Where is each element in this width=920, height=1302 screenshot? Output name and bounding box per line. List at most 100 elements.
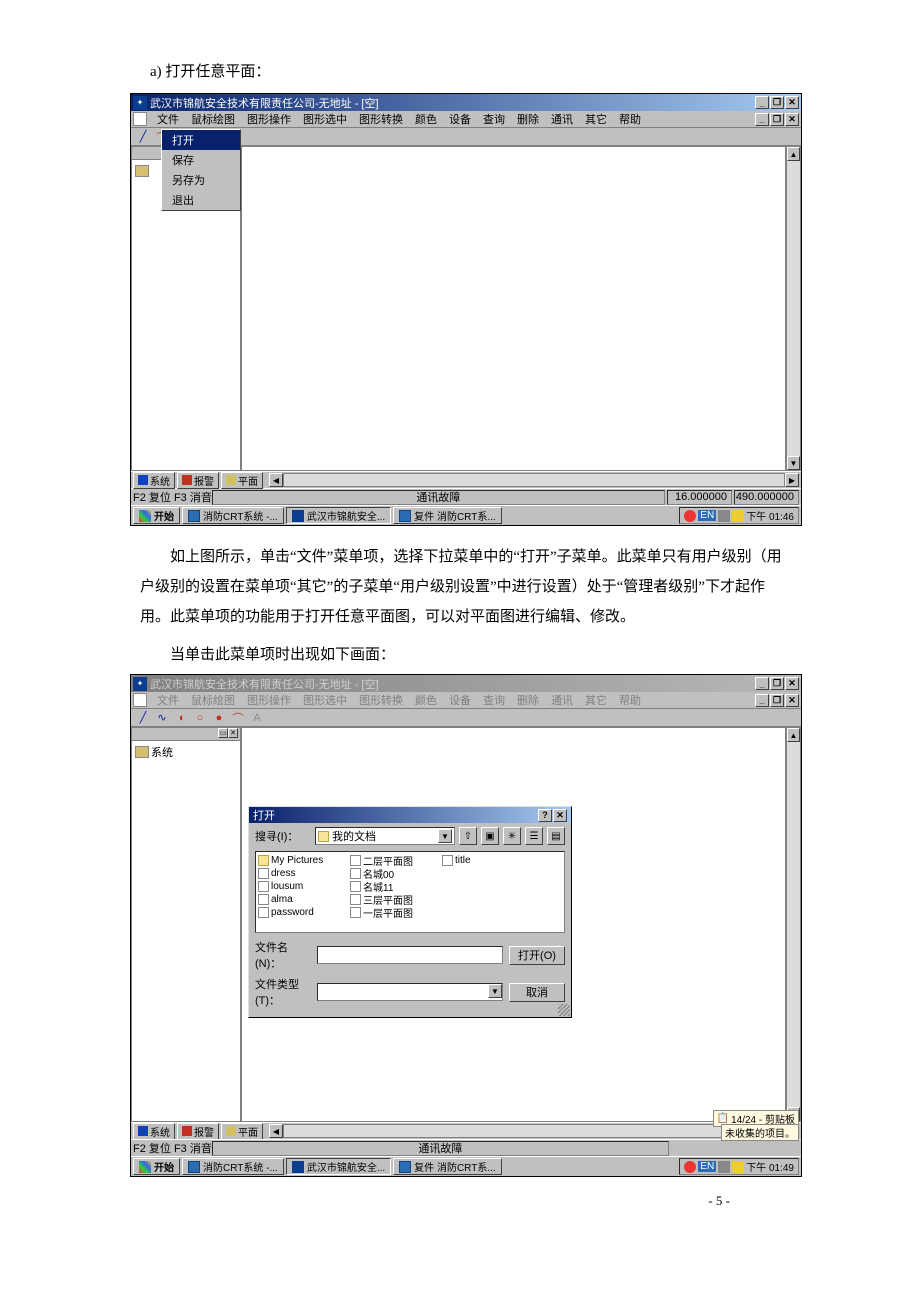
tray-lang[interactable]: EN — [698, 510, 716, 521]
tab-alarm[interactable]: 报警 — [177, 1123, 219, 1140]
tray-icon-2[interactable] — [718, 1161, 730, 1173]
task-button-3[interactable]: 复件 消防CRT系... — [393, 507, 501, 524]
open-button[interactable]: 打开(O) — [509, 946, 565, 965]
mdi-maximize-button[interactable]: ❐ — [770, 113, 784, 126]
menu-delete[interactable]: 删除 — [511, 691, 545, 709]
sidebar-close-icon[interactable]: ✕ — [228, 728, 238, 738]
menu-other[interactable]: 其它 — [579, 691, 613, 709]
task-button-1[interactable]: 消防CRT系统 -... — [182, 507, 284, 524]
menu-other[interactable]: 其它 — [579, 110, 613, 128]
menu-color[interactable]: 颜色 — [409, 110, 443, 128]
horizontal-scrollbar[interactable]: ◀ ▶ — [269, 473, 799, 487]
minimize-button[interactable]: _ — [755, 677, 769, 690]
menu-exit[interactable]: 退出 — [162, 190, 240, 210]
tray-volume-icon[interactable] — [732, 1161, 744, 1173]
start-button[interactable]: 开始 — [133, 507, 180, 524]
fillcircle-tool-icon[interactable]: ◖ — [173, 710, 189, 725]
maximize-button[interactable]: ❐ — [770, 677, 784, 690]
start-button[interactable]: 开始 — [133, 1158, 180, 1175]
menu-device[interactable]: 设备 — [443, 110, 477, 128]
menu-color[interactable]: 颜色 — [409, 691, 443, 709]
menu-shapesel[interactable]: 图形选中 — [297, 691, 353, 709]
close-button[interactable]: ✕ — [785, 96, 799, 109]
menu-file[interactable]: 文件 — [151, 691, 185, 709]
mdi-close-button[interactable]: ✕ — [785, 694, 799, 707]
menu-open[interactable]: 打开 — [162, 130, 240, 150]
file-item[interactable]: alma — [258, 893, 344, 906]
dialog-close-button[interactable]: ✕ — [553, 809, 567, 822]
vertical-scrollbar[interactable]: ▲ ▼ — [786, 727, 801, 1122]
menu-mousedraw[interactable]: 鼠标绘图 — [185, 691, 241, 709]
disc-tool-icon[interactable]: ● — [211, 710, 227, 725]
desktop-button[interactable]: ▣ — [481, 827, 499, 845]
file-item[interactable]: password — [258, 906, 344, 919]
tray-icon-1[interactable] — [684, 510, 696, 522]
filename-input[interactable] — [317, 946, 503, 964]
menu-query[interactable]: 查询 — [477, 110, 511, 128]
vertical-scrollbar[interactable]: ▲ ▼ — [786, 146, 801, 471]
tab-system[interactable]: 系统 — [133, 472, 175, 489]
tab-plane[interactable]: 平面 — [221, 1123, 263, 1140]
up-folder-button[interactable]: ⇧ — [459, 827, 477, 845]
menu-comm[interactable]: 通讯 — [545, 110, 579, 128]
scroll-down-button[interactable]: ▼ — [787, 456, 800, 470]
mdi-maximize-button[interactable]: ❐ — [770, 694, 784, 707]
menu-shapesel[interactable]: 图形选中 — [297, 110, 353, 128]
file-item[interactable]: 一层平面图 — [350, 906, 436, 919]
new-folder-button[interactable]: ✳ — [503, 827, 521, 845]
canvas[interactable] — [241, 146, 786, 471]
tray-icon-2[interactable] — [718, 510, 730, 522]
hscroll-left-button[interactable]: ◀ — [269, 1124, 283, 1138]
polyline-tool-icon[interactable]: ∿ — [154, 710, 170, 725]
menu-delete[interactable]: 删除 — [511, 110, 545, 128]
file-item[interactable]: lousum — [258, 880, 344, 893]
circle-tool-icon[interactable]: ○ — [192, 710, 208, 725]
resize-grip[interactable] — [558, 1004, 570, 1016]
file-item[interactable]: title — [442, 854, 528, 867]
hscroll-left-button[interactable]: ◀ — [269, 473, 283, 487]
scroll-up-button[interactable]: ▲ — [787, 147, 800, 161]
mdi-minimize-button[interactable]: _ — [755, 694, 769, 707]
minimize-button[interactable]: _ — [755, 96, 769, 109]
scroll-up-button[interactable]: ▲ — [787, 728, 800, 742]
hscroll-right-button[interactable]: ▶ — [785, 473, 799, 487]
menu-query[interactable]: 查询 — [477, 691, 511, 709]
details-view-button[interactable]: ▤ — [547, 827, 565, 845]
menu-file[interactable]: 文件 — [151, 110, 185, 128]
combo-dropdown-icon[interactable]: ▼ — [438, 829, 452, 843]
task-button-1[interactable]: 消防CRT系统 -... — [182, 1158, 284, 1175]
tray-volume-icon[interactable] — [732, 510, 744, 522]
sidebar-item-system[interactable]: 系统 — [134, 743, 238, 761]
menu-mousedraw[interactable]: 鼠标绘图 — [185, 110, 241, 128]
filetype-combo[interactable]: ▼ — [317, 983, 503, 1001]
menu-shapeop[interactable]: 图形操作 — [241, 691, 297, 709]
list-view-button[interactable]: ☰ — [525, 827, 543, 845]
file-item[interactable]: My Pictures — [258, 854, 344, 867]
tray-lang[interactable]: EN — [698, 1161, 716, 1172]
menu-help[interactable]: 帮助 — [613, 691, 647, 709]
canvas[interactable]: 打开 ? ✕ 搜寻(I)： 我的文档 ▼ ⇧ — [241, 727, 786, 1122]
menu-help[interactable]: 帮助 — [613, 110, 647, 128]
menu-shapetrans[interactable]: 图形转换 — [353, 691, 409, 709]
task-button-2[interactable]: 武汉市锦航安全... — [286, 507, 391, 524]
menu-save[interactable]: 保存 — [162, 150, 240, 170]
file-item[interactable]: dress — [258, 867, 344, 880]
lookin-combo[interactable]: 我的文档 ▼ — [315, 827, 455, 845]
tab-alarm[interactable]: 报警 — [177, 472, 219, 489]
file-list[interactable]: My Picturesdresslousumalmapassword二层平面图名… — [255, 851, 565, 933]
menu-shapeop[interactable]: 图形操作 — [241, 110, 297, 128]
sidebar-pin-icon[interactable]: ▭ — [218, 728, 228, 738]
tab-plane[interactable]: 平面 — [221, 472, 263, 489]
menu-device[interactable]: 设备 — [443, 691, 477, 709]
text-tool-icon[interactable]: A — [249, 710, 265, 725]
task-button-2[interactable]: 武汉市锦航安全... — [286, 1158, 391, 1175]
cancel-button[interactable]: 取消 — [509, 983, 565, 1002]
line-tool-icon[interactable]: ╱ — [135, 129, 151, 144]
dialog-help-button[interactable]: ? — [538, 809, 552, 822]
arc-tool-icon[interactable]: ⌒ — [230, 710, 246, 725]
menu-saveas[interactable]: 另存为 — [162, 170, 240, 190]
mdi-minimize-button[interactable]: _ — [755, 113, 769, 126]
tab-system[interactable]: 系统 — [133, 1123, 175, 1140]
menu-shapetrans[interactable]: 图形转换 — [353, 110, 409, 128]
tray-icon-1[interactable] — [684, 1161, 696, 1173]
